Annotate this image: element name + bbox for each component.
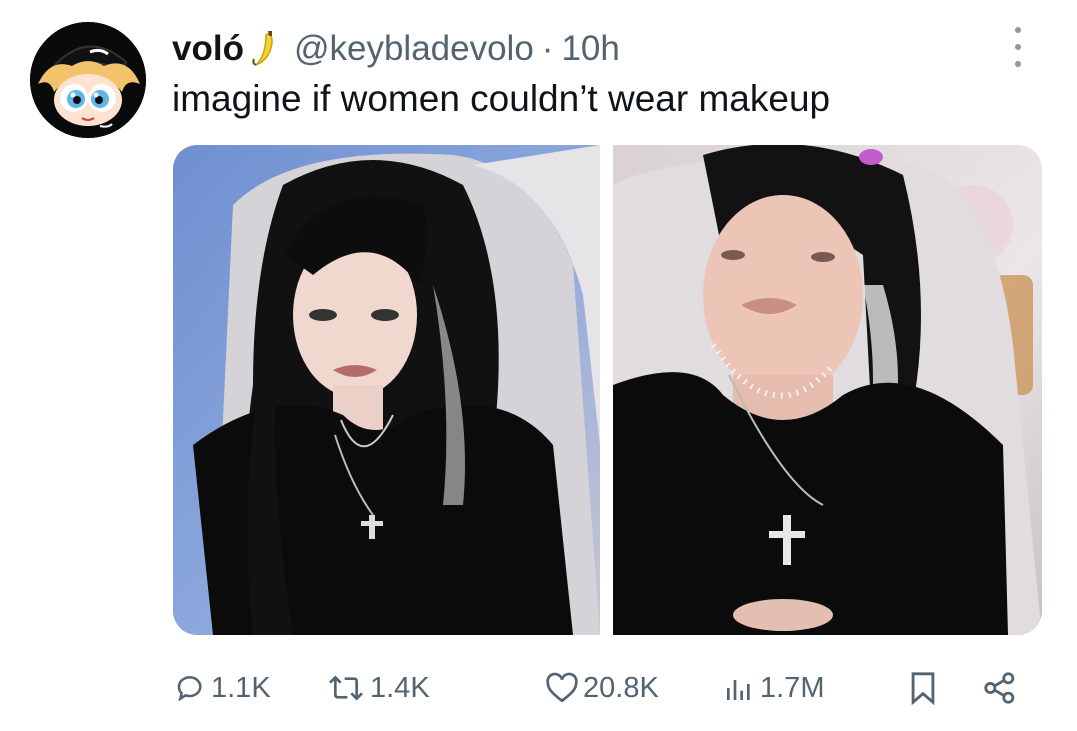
action-bar: 1.1K 1.4K 20.8K 1.7M bbox=[0, 660, 1077, 716]
tweet-image-left[interactable] bbox=[173, 145, 600, 635]
separator-dot: · bbox=[541, 29, 554, 68]
like-button[interactable]: 20.8K bbox=[545, 660, 659, 716]
tweet-text: imagine if women couldn’t wear makeup bbox=[172, 78, 831, 119]
views-button[interactable]: 1.7M bbox=[722, 660, 824, 716]
reply-count: 1.1K bbox=[211, 671, 271, 704]
tweet-media bbox=[173, 145, 1042, 635]
share-icon bbox=[982, 671, 1018, 705]
banana-emoji-icon bbox=[250, 29, 280, 69]
author-handle[interactable]: @keybladevolo bbox=[294, 29, 534, 69]
avatar-image bbox=[30, 22, 146, 138]
repost-icon bbox=[326, 672, 366, 704]
bookmark-icon bbox=[908, 671, 938, 705]
timestamp[interactable]: 10h bbox=[561, 29, 619, 69]
author-name[interactable]: voló bbox=[172, 29, 244, 69]
reply-button[interactable]: 1.1K bbox=[175, 660, 271, 716]
repost-button[interactable]: 1.4K bbox=[326, 660, 430, 716]
share-button[interactable] bbox=[982, 660, 1018, 716]
like-count: 20.8K bbox=[583, 671, 659, 704]
like-icon bbox=[545, 672, 579, 704]
repost-count: 1.4K bbox=[370, 671, 430, 704]
more-icon[interactable] bbox=[1012, 27, 1024, 67]
views-icon bbox=[722, 672, 756, 704]
reply-icon bbox=[175, 672, 207, 704]
tweet-image-right[interactable] bbox=[613, 145, 1042, 635]
tweet-header: voló @keybladevolo · 10h bbox=[172, 26, 620, 72]
bookmark-button[interactable] bbox=[908, 660, 938, 716]
avatar[interactable] bbox=[30, 22, 146, 138]
views-count: 1.7M bbox=[760, 671, 825, 704]
